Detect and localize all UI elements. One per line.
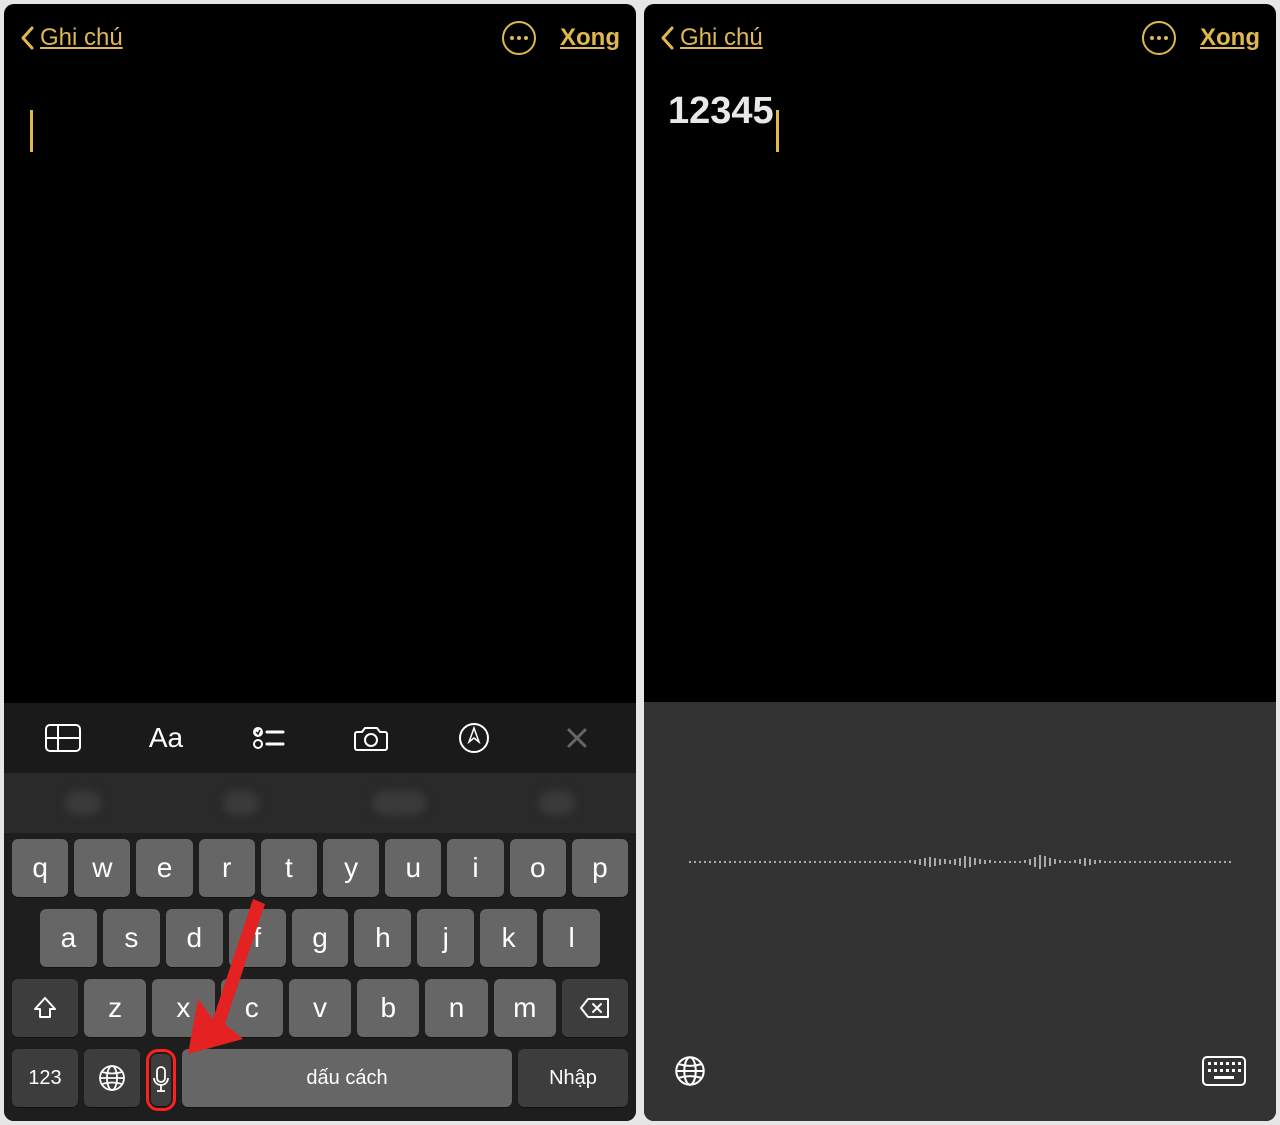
back-button[interactable]: Ghi chú: [660, 24, 763, 52]
key-r[interactable]: r: [199, 839, 255, 897]
key-k[interactable]: k: [480, 909, 537, 967]
globe-key[interactable]: [84, 1049, 140, 1107]
key-v[interactable]: v: [289, 979, 351, 1037]
header: Ghi chú Xong: [4, 4, 636, 72]
text-cursor: [776, 110, 779, 152]
note-editor[interactable]: [4, 72, 636, 703]
key-g[interactable]: g: [292, 909, 349, 967]
suggestion-bar: [4, 773, 636, 833]
table-icon: [45, 724, 81, 752]
key-c[interactable]: c: [221, 979, 283, 1037]
key-n[interactable]: n: [425, 979, 487, 1037]
key-y[interactable]: y: [323, 839, 379, 897]
mic-highlight: [146, 1049, 176, 1111]
suggestion-4[interactable]: [478, 773, 636, 833]
pen-button[interactable]: [447, 718, 501, 758]
key-a[interactable]: a: [40, 909, 97, 967]
dictation-panel: [644, 702, 1276, 1121]
key-h[interactable]: h: [354, 909, 411, 967]
done-button[interactable]: Xong: [1200, 24, 1260, 52]
waveform: [644, 702, 1276, 1021]
key-m[interactable]: m: [494, 979, 556, 1037]
back-label: Ghi chú: [40, 24, 123, 52]
suggestion-2[interactable]: [162, 773, 320, 833]
dictation-controls: [644, 1021, 1276, 1121]
camera-button[interactable]: [344, 718, 398, 758]
list-icon: [253, 725, 285, 751]
chevron-left-icon: [660, 26, 674, 50]
keyboard-button[interactable]: [1202, 1056, 1246, 1086]
back-label: Ghi chú: [680, 24, 763, 52]
keyboard-row-4: 123 dấu cách Nhập: [8, 1049, 632, 1111]
key-i[interactable]: i: [447, 839, 503, 897]
header: Ghi chú Xong: [644, 4, 1276, 72]
mic-key[interactable]: [151, 1054, 171, 1106]
key-s[interactable]: s: [103, 909, 160, 967]
more-button[interactable]: [1142, 21, 1176, 55]
key-d[interactable]: d: [166, 909, 223, 967]
globe-button[interactable]: [674, 1055, 706, 1087]
key-u[interactable]: u: [385, 839, 441, 897]
key-e[interactable]: e: [136, 839, 192, 897]
delete-key[interactable]: [562, 979, 628, 1037]
globe-icon: [98, 1064, 126, 1092]
number-key[interactable]: 123: [12, 1049, 78, 1107]
camera-icon: [353, 724, 389, 752]
phone-right: Ghi chú Xong 12345: [644, 4, 1276, 1121]
text-cursor: [30, 110, 33, 152]
key-p[interactable]: p: [572, 839, 628, 897]
note-editor[interactable]: 12345: [644, 72, 1276, 702]
note-text: 12345: [668, 90, 774, 132]
keyboard-row-1: q w e r t y u i o p: [8, 839, 632, 897]
key-q[interactable]: q: [12, 839, 68, 897]
keyboard-row-3: z x c v b n m: [8, 979, 632, 1037]
waveform-bars: [644, 837, 1276, 887]
enter-key[interactable]: Nhập: [518, 1049, 628, 1107]
suggestion-1[interactable]: [4, 773, 162, 833]
globe-icon: [674, 1055, 706, 1087]
more-icon: [1150, 36, 1168, 40]
key-b[interactable]: b: [357, 979, 419, 1037]
keyboard: q w e r t y u i o p a s d f g h j k l: [4, 833, 636, 1121]
keyboard-row-2: a s d f g h j k l: [8, 909, 632, 967]
back-button[interactable]: Ghi chú: [20, 24, 123, 52]
pen-icon: [458, 722, 490, 754]
key-w[interactable]: w: [74, 839, 130, 897]
close-format-button[interactable]: [550, 718, 604, 758]
key-z[interactable]: z: [84, 979, 146, 1037]
space-key[interactable]: dấu cách: [182, 1049, 512, 1107]
key-j[interactable]: j: [417, 909, 474, 967]
done-button[interactable]: Xong: [560, 24, 620, 52]
more-icon: [510, 36, 528, 40]
list-button[interactable]: [242, 718, 296, 758]
chevron-left-icon: [20, 26, 34, 50]
table-button[interactable]: [36, 718, 90, 758]
more-button[interactable]: [502, 21, 536, 55]
delete-icon: [580, 997, 610, 1019]
key-x[interactable]: x: [152, 979, 214, 1037]
phone-left: Ghi chú Xong Aa: [4, 4, 636, 1121]
close-icon: [565, 726, 589, 750]
shift-icon: [32, 995, 58, 1021]
font-icon: Aa: [149, 722, 183, 754]
key-t[interactable]: t: [261, 839, 317, 897]
format-toolbar: Aa: [4, 703, 636, 773]
keyboard-icon: [1202, 1056, 1246, 1086]
key-f[interactable]: f: [229, 909, 286, 967]
mic-icon: [151, 1066, 171, 1094]
key-l[interactable]: l: [543, 909, 600, 967]
font-button[interactable]: Aa: [139, 718, 193, 758]
shift-key[interactable]: [12, 979, 78, 1037]
suggestion-3[interactable]: [320, 773, 478, 833]
key-o[interactable]: o: [510, 839, 566, 897]
